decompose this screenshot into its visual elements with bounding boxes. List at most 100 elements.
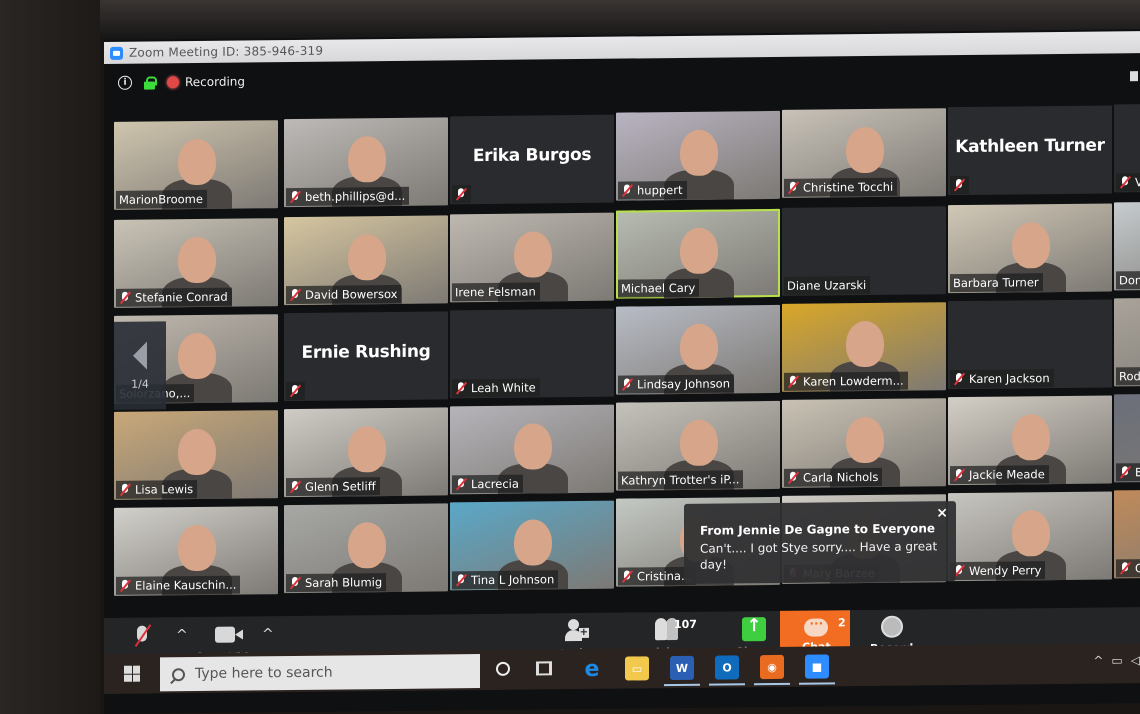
participant-video-face [348, 233, 386, 281]
participant-tile[interactable]: huppert [616, 111, 780, 202]
participant-label [452, 184, 471, 203]
word-icon[interactable]: W [670, 655, 694, 681]
participant-name: Irene Felsman [455, 284, 536, 299]
participant-tile[interactable]: Lacrecia [450, 404, 614, 494]
tray-chevron-icon[interactable]: ^ [1093, 654, 1103, 668]
participant-tile[interactable]: Jackie Meade [948, 395, 1112, 486]
participant-tile[interactable]: Ernie Rushing [284, 311, 448, 401]
participant-tile[interactable]: David Bowersox [284, 215, 448, 305]
muted-mic-icon [621, 184, 633, 198]
audio-options-caret[interactable]: ^ [176, 627, 188, 643]
participant-video-face [178, 236, 216, 284]
participant-name: Lindsay Johnson [637, 376, 731, 392]
file-explorer-icon[interactable]: ▭ [625, 656, 649, 681]
muted-mic-icon [1119, 175, 1131, 189]
edge-icon[interactable]: e [580, 656, 604, 681]
participant-tile[interactable]: Erika Burgos [450, 114, 614, 204]
participant-tile[interactable]: Karen Lowderm... [782, 302, 946, 393]
zoom-icon[interactable]: ■ [805, 654, 829, 679]
outlook-icon[interactable]: O [715, 655, 739, 680]
participant-name: Donna... [1119, 272, 1140, 288]
participant-tile[interactable]: Br... [1114, 392, 1140, 483]
participant-label: beth.phillips@d... [286, 186, 410, 206]
info-icon[interactable]: i [118, 75, 132, 90]
participant-name: Rodne... [1119, 368, 1140, 384]
muted-mic-icon [455, 187, 467, 201]
participant-video-face [178, 524, 216, 572]
participant-tile[interactable]: Diane Uzarski [782, 206, 946, 297]
participant-video-face [680, 419, 718, 467]
participant-tile[interactable]: Michael Cary [616, 209, 780, 300]
participant-label: Lacrecia [452, 474, 523, 493]
running-app-indicator [709, 683, 745, 686]
participant-video-face [348, 425, 386, 473]
participant-name-display: Kathleen Turner [955, 135, 1105, 158]
participant-label: MarionBroome [116, 189, 207, 209]
recording-icon [167, 76, 179, 89]
participant-tile[interactable]: Leah White [450, 308, 614, 398]
battery-icon[interactable]: ▭ [1111, 653, 1122, 667]
close-icon[interactable]: × [936, 505, 948, 521]
participant-tile[interactable]: Stefanie Conrad [114, 218, 278, 308]
participant-label: Diane Uzarski [784, 276, 871, 296]
windows-start-icon[interactable] [124, 665, 140, 682]
participant-name: Br... [1135, 464, 1140, 479]
participant-tile[interactable]: C... [1114, 488, 1140, 579]
chat-notification[interactable]: × From Jennie De Gagne to Everyone Can't… [684, 501, 956, 584]
participant-name: Lacrecia [471, 476, 519, 491]
participant-tile[interactable]: Christine Tocchi [782, 108, 946, 199]
lock-icon[interactable] [144, 76, 155, 89]
participant-label: Michael Cary [618, 279, 700, 299]
participant-tile[interactable]: Elaine Kauschin... [114, 506, 278, 596]
muted-mic-icon [1119, 561, 1131, 575]
participant-label: Irene Felsman [452, 282, 540, 301]
video-camera-icon [215, 625, 245, 647]
participant-tile[interactable]: Carla Nichols [782, 398, 946, 489]
muted-mic-icon [455, 381, 467, 395]
participant-video-face [514, 518, 552, 566]
participant-tile[interactable]: Tina L Johnson [450, 500, 614, 590]
participant-label: Leah White [452, 378, 540, 397]
participant-name: Karen Jackson [969, 371, 1050, 386]
participant-tile[interactable]: Kathryn Trotter's iP... [616, 401, 780, 492]
participant-name: Lisa Lewis [135, 482, 194, 497]
taskbar-search-input[interactable]: Type here to search [160, 654, 480, 692]
participant-tile[interactable]: beth.phillips@d... [284, 117, 448, 207]
muted-mic-icon [787, 471, 799, 485]
search-placeholder: Type here to search [195, 664, 333, 683]
firefox-icon[interactable]: ◉ [760, 654, 784, 680]
participant-label: Tina L Johnson [452, 569, 559, 589]
participant-label: Rodne... [1116, 366, 1140, 386]
task-view-icon[interactable] [536, 661, 552, 676]
participant-tile[interactable]: Barbara Turner [948, 203, 1112, 294]
participant-tile[interactable]: Irene Felsman [450, 212, 614, 302]
participant-label [286, 381, 305, 400]
participant-label: Karen Lowderm... [784, 371, 908, 392]
participant-tile[interactable]: Donna... [1114, 200, 1140, 291]
participant-tile[interactable]: Wendy Perry [948, 491, 1112, 582]
participant-tile[interactable]: Vals... [1114, 102, 1140, 193]
participant-name: Tina L Johnson [471, 571, 555, 587]
video-options-caret[interactable]: ^ [262, 626, 274, 642]
participant-label: Glenn Setliff [286, 476, 380, 496]
participant-name: beth.phillips@d... [305, 188, 406, 204]
participant-tile[interactable]: Glenn Setliff [284, 407, 448, 497]
participant-tile[interactable]: Karen Jackson [948, 299, 1112, 390]
participant-tile[interactable]: Kathleen Turner [948, 105, 1112, 196]
participant-label: Karen Jackson [950, 369, 1054, 389]
muted-mic-icon [289, 190, 301, 204]
cortana-icon[interactable] [496, 661, 510, 676]
participant-tile[interactable]: Sarah Blumig [284, 503, 448, 593]
participant-label: Kathryn Trotter's iP... [618, 470, 744, 491]
window-title: Zoom Meeting ID: 385-946-319 [129, 43, 324, 60]
participant-tile[interactable]: MarionBroome [114, 120, 278, 210]
participant-tile[interactable]: Lindsay Johnson [616, 305, 780, 396]
volume-icon[interactable]: ◁ [1131, 653, 1140, 667]
participant-label [950, 175, 969, 195]
participant-tile[interactable]: Rodne... [1114, 296, 1140, 387]
previous-page-button[interactable]: 1/4 [114, 321, 166, 410]
participant-label: Carla Nichols [784, 468, 883, 488]
muted-mic-icon [1119, 465, 1131, 479]
participant-tile[interactable]: Lisa Lewis [114, 410, 278, 500]
gallery-view-icon[interactable] [1130, 71, 1138, 82]
